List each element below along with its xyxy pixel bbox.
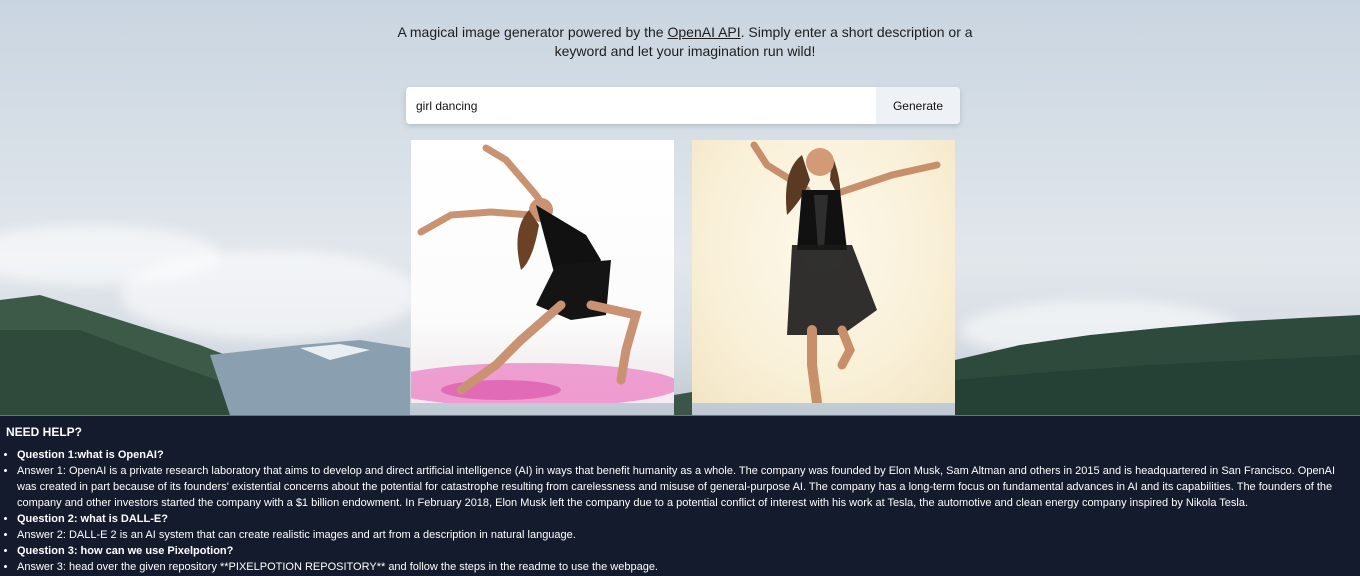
openai-api-link[interactable]: OpenAI API bbox=[667, 24, 740, 40]
hero-text-prefix: A magical image generator powered by the bbox=[397, 24, 668, 40]
prompt-input[interactable] bbox=[406, 87, 876, 124]
faq-answer-3: Answer 3: head over the given repository… bbox=[17, 559, 1354, 575]
faq-list: Question 1:what is OpenAI? Answer 1: Ope… bbox=[6, 447, 1354, 575]
hero-description: A magical image generator powered by the… bbox=[390, 23, 980, 61]
faq-question-2: Question 2: what is DALL-E? bbox=[17, 511, 1354, 527]
help-section: NEED HELP? Question 1:what is OpenAI? An… bbox=[0, 415, 1360, 576]
faq-answer-1: Answer 1: OpenAI is a private research l… bbox=[17, 463, 1354, 511]
generate-button[interactable]: Generate bbox=[876, 87, 960, 124]
generated-image-2[interactable] bbox=[692, 140, 955, 403]
faq-question-1: Question 1:what is OpenAI? bbox=[17, 447, 1354, 463]
prompt-bar: Generate bbox=[406, 87, 960, 124]
help-title: NEED HELP? bbox=[6, 425, 83, 439]
faq-answer-2: Answer 2: DALL-E 2 is an AI system that … bbox=[17, 527, 1354, 543]
dancer-figure-1 bbox=[411, 144, 674, 403]
generated-image-1[interactable] bbox=[411, 140, 674, 403]
faq-question-3: Question 3: how can we use Pixelpotion? bbox=[17, 543, 1354, 559]
dancer-figure-2 bbox=[750, 141, 941, 403]
